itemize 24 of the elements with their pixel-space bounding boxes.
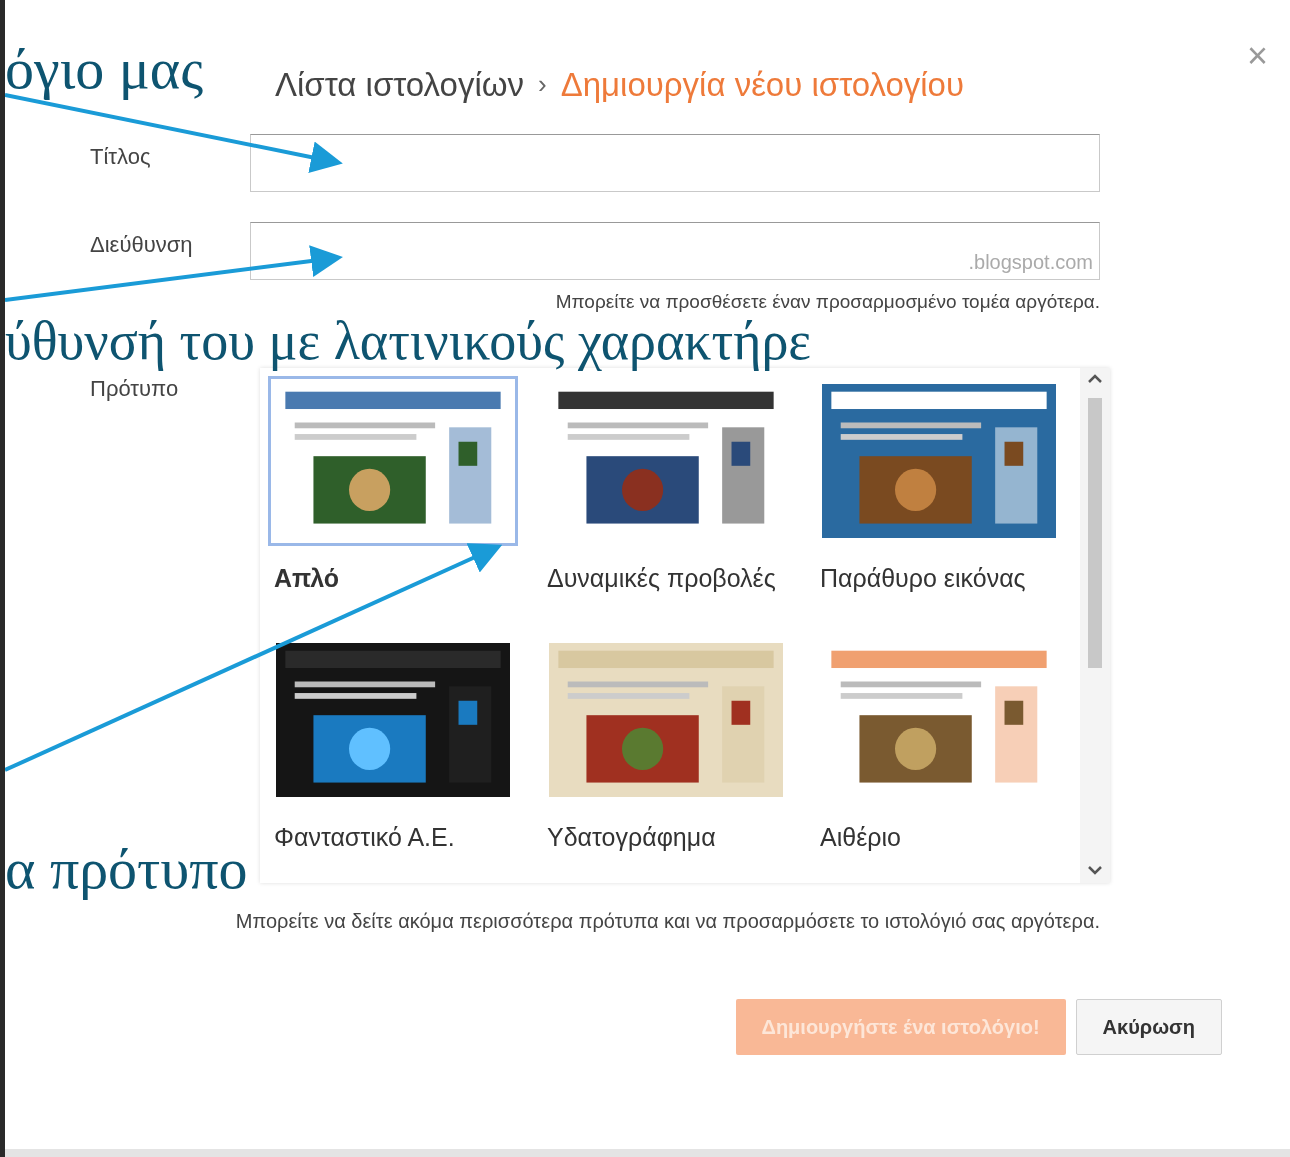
template-name[interactable]: Παράθυρο εικόνας — [814, 560, 1072, 598]
template-name[interactable]: Φανταστικό Α.Ε. — [268, 818, 526, 856]
templates-note: Μπορείτε να δείτε ακόμα περισσότερα πρότυπα και να προσαρμόσετε το ιστολόγιό σας αργότερα. — [234, 909, 1100, 934]
breadcrumb-link[interactable]: Λίστα ιστολογίων — [275, 60, 524, 110]
scroll-up-icon[interactable] — [1088, 374, 1102, 384]
field-hint: Μπορείτε να προσθέσετε έναν προσαρμοσμένο τομέα αργότερα. — [555, 289, 1100, 314]
field-label: Διεύθυνση — [90, 230, 194, 259]
scrollbar[interactable] — [1080, 368, 1110, 883]
template-name[interactable]: Αιθέριο — [814, 818, 1072, 856]
input-field[interactable] — [250, 133, 1100, 192]
page-title: Δημιουργία νέου ιστολογίου — [560, 65, 965, 105]
field-label: Πρότυπο — [90, 375, 180, 403]
annotation-text: α πρότυπο — [5, 840, 248, 898]
cancel-button[interactable]: Ακύρωση — [1075, 999, 1222, 1055]
scroll-thumb[interactable] — [1088, 398, 1102, 668]
domain-suffix: .blogspot.com — [968, 249, 1093, 275]
breadcrumb-separator: › — [538, 68, 547, 102]
scroll-down-icon[interactable] — [1088, 865, 1102, 875]
annotation-text: όγιο μας — [5, 40, 204, 98]
template-thumbnail[interactable] — [268, 376, 518, 546]
template-name[interactable]: Δυναμικές προβολές — [541, 560, 799, 598]
field-label: Τίτλος — [90, 142, 152, 171]
template-name[interactable]: Απλό — [268, 560, 526, 598]
template-name[interactable]: Υδατογράφημα — [541, 818, 799, 856]
